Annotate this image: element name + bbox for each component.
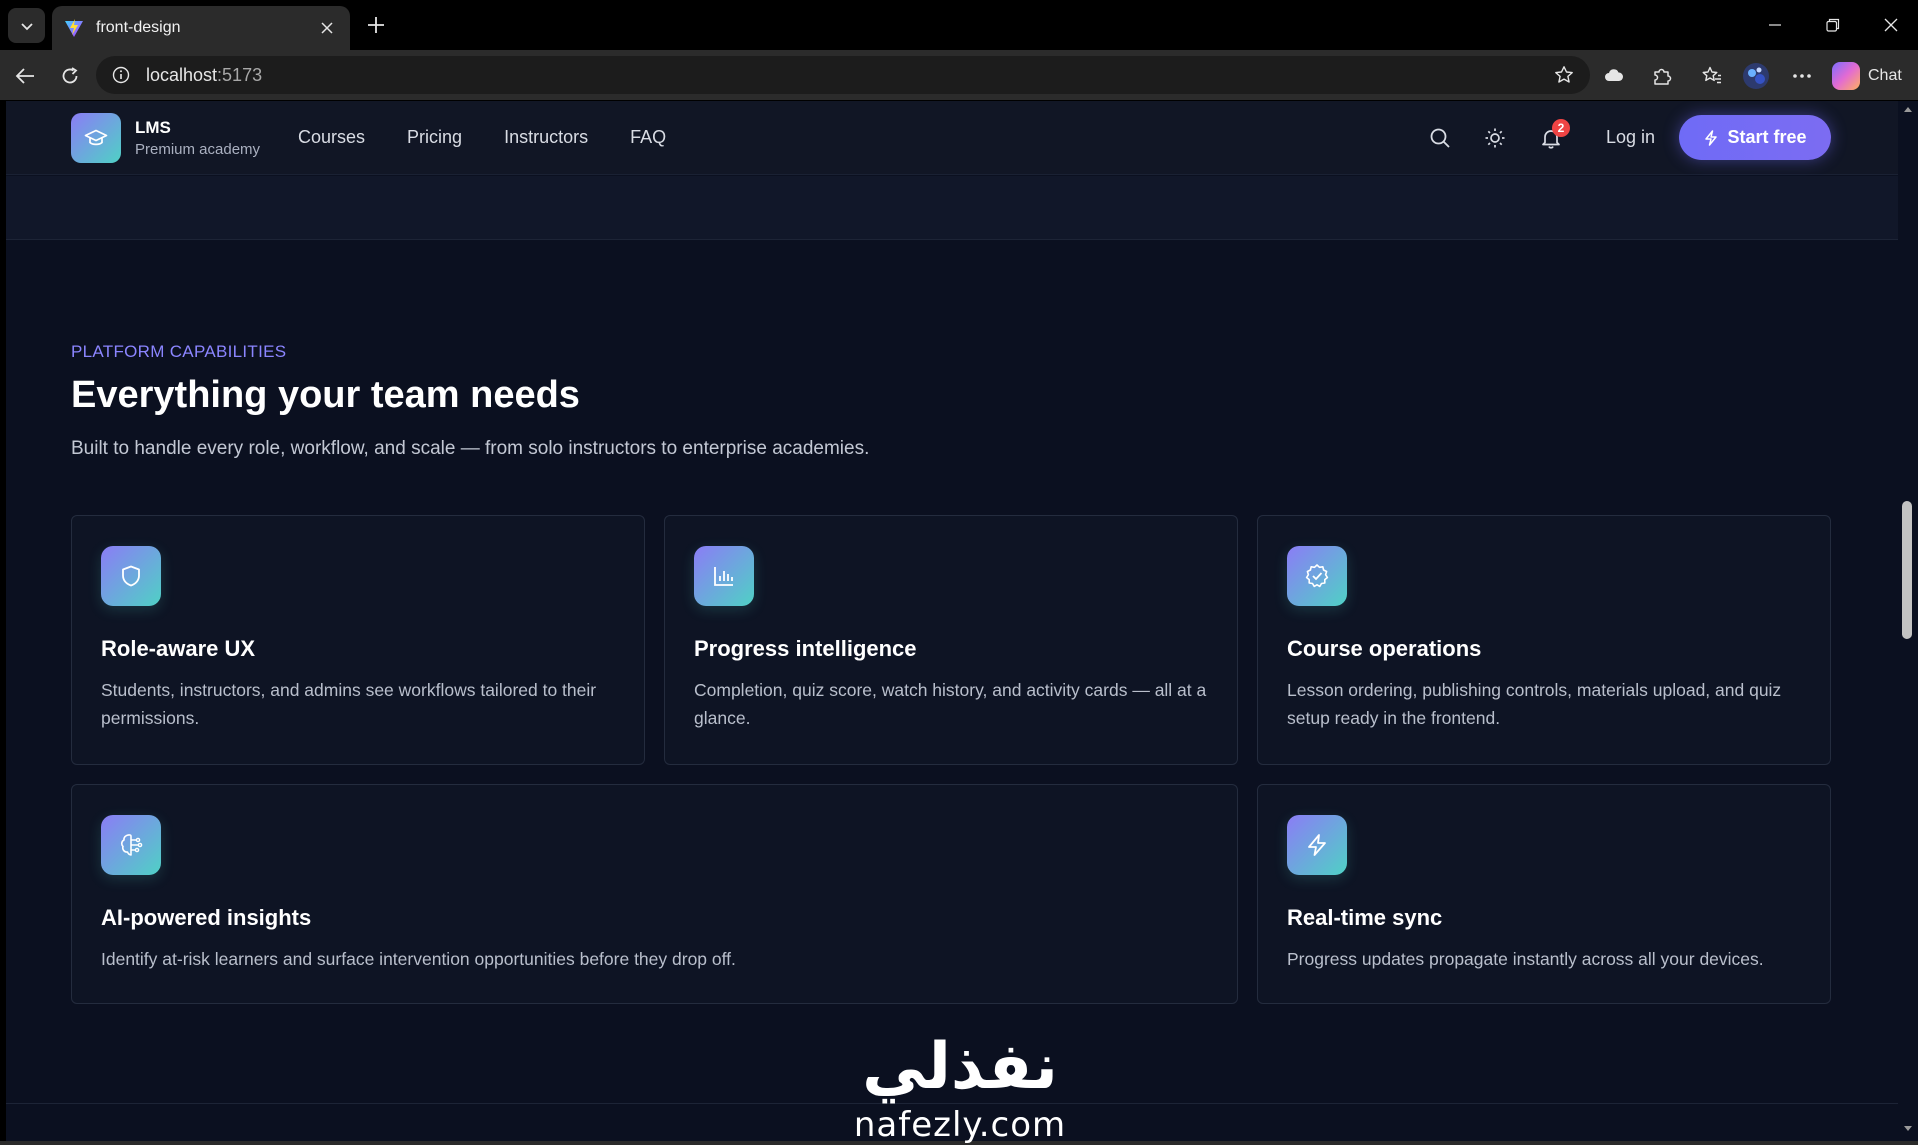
card-description: Identify at-risk learners and surface in… bbox=[101, 949, 736, 969]
brand-subtitle: Premium academy bbox=[135, 141, 261, 158]
vite-favicon-icon bbox=[65, 19, 83, 37]
page-scrollbar[interactable] bbox=[1898, 101, 1918, 1141]
browser-toolbar: localhost:5173 Chat bbox=[0, 50, 1918, 100]
notifications-button[interactable]: 2 bbox=[1538, 119, 1570, 151]
section-subtitle: Built to handle every role, workflow, an… bbox=[71, 438, 870, 459]
minimize-button[interactable] bbox=[1762, 12, 1788, 38]
bar-chart-icon bbox=[694, 546, 754, 606]
extension-cloud-icon[interactable] bbox=[1600, 62, 1628, 90]
site-info-icon[interactable] bbox=[110, 64, 132, 86]
chevron-down-icon bbox=[20, 22, 33, 30]
close-tab-icon[interactable] bbox=[316, 17, 338, 39]
reload-button[interactable] bbox=[56, 62, 84, 90]
section-title: Everything your team needs bbox=[71, 374, 580, 416]
primary-nav: Courses Pricing Instructors FAQ bbox=[298, 127, 666, 148]
feature-card-realtime: Real-time sync Progress updates propagat… bbox=[1257, 784, 1831, 1004]
arrow-left-icon bbox=[15, 68, 34, 84]
feature-card-course-ops: Course operations Lesson ordering, publi… bbox=[1257, 515, 1831, 765]
restore-icon bbox=[1826, 18, 1840, 32]
sun-icon bbox=[1485, 128, 1505, 148]
extensions-puzzle-icon[interactable] bbox=[1648, 62, 1676, 90]
card-description: Completion, quiz score, watch history, a… bbox=[694, 680, 1207, 728]
scroll-thumb[interactable] bbox=[1902, 501, 1912, 639]
card-description: Students, instructors, and admins see wo… bbox=[101, 680, 597, 728]
start-free-button[interactable]: Start free bbox=[1679, 115, 1831, 160]
hero-bottom-band bbox=[6, 176, 1898, 240]
nav-link-faq[interactable]: FAQ bbox=[630, 127, 666, 148]
brand-name: LMS bbox=[135, 118, 171, 137]
svg-text:nafezly.com: nafezly.com bbox=[854, 1105, 1066, 1145]
tab-list-button[interactable] bbox=[8, 8, 45, 43]
copilot-chat-button[interactable]: Chat bbox=[1832, 62, 1902, 90]
card-title: Real-time sync bbox=[1287, 905, 1443, 930]
back-button[interactable] bbox=[11, 62, 39, 90]
profile-avatar-icon[interactable] bbox=[1742, 62, 1770, 90]
nav-link-pricing[interactable]: Pricing bbox=[407, 127, 462, 148]
close-window-button[interactable] bbox=[1878, 12, 1904, 38]
nav-link-courses[interactable]: Courses bbox=[298, 127, 365, 148]
tab-title: front-design bbox=[96, 19, 181, 36]
plus-icon bbox=[368, 17, 384, 33]
reload-icon bbox=[62, 67, 78, 84]
feature-card-progress: Progress intelligence Completion, quiz s… bbox=[664, 515, 1238, 765]
feature-card-ai-insights: AI-powered insights Identify at-risk lea… bbox=[71, 784, 1238, 1004]
nav-link-instructors[interactable]: Instructors bbox=[504, 127, 588, 148]
graduation-cap-icon bbox=[71, 113, 121, 163]
svg-text:نفذلي: نفذلي bbox=[862, 1030, 1058, 1104]
search-icon bbox=[1430, 128, 1450, 148]
card-title: Progress intelligence bbox=[694, 636, 917, 661]
lightning-icon bbox=[1287, 815, 1347, 875]
scroll-up-arrow-icon[interactable] bbox=[1903, 105, 1913, 115]
address-bar[interactable]: localhost:5173 bbox=[96, 56, 1590, 94]
search-button[interactable] bbox=[1427, 125, 1453, 151]
new-tab-button[interactable] bbox=[362, 11, 390, 39]
nafezly-watermark-logo: نفذلي nafezly.com bbox=[854, 1030, 1066, 1145]
card-title: Course operations bbox=[1287, 636, 1482, 661]
start-free-label: Start free bbox=[1727, 127, 1807, 147]
brain-icon bbox=[101, 815, 161, 875]
card-title: Role-aware UX bbox=[101, 636, 256, 661]
notification-count-badge: 2 bbox=[1552, 119, 1570, 137]
copilot-icon bbox=[1832, 62, 1860, 90]
login-link[interactable]: Log in bbox=[1606, 127, 1655, 148]
close-icon bbox=[1884, 18, 1898, 32]
section-eyebrow: PLATFORM CAPABILITIES bbox=[71, 342, 287, 361]
shield-icon bbox=[101, 546, 161, 606]
favorites-icon[interactable] bbox=[1698, 62, 1726, 90]
minimize-icon bbox=[1769, 24, 1781, 26]
page-viewport: LMS Premium academy Courses Pricing Inst… bbox=[6, 101, 1898, 1141]
chat-label: Chat bbox=[1868, 67, 1902, 84]
favorite-star-icon[interactable] bbox=[1552, 63, 1576, 87]
brand[interactable]: LMS Premium academy bbox=[71, 113, 260, 163]
scroll-down-arrow-icon[interactable] bbox=[1903, 1123, 1913, 1133]
restore-button[interactable] bbox=[1820, 12, 1846, 38]
lightning-icon bbox=[1705, 129, 1718, 146]
card-description: Lesson ordering, publishing controls, ma… bbox=[1287, 680, 1782, 728]
card-title: AI-powered insights bbox=[101, 905, 312, 930]
feature-card-role-aware: Role-aware UX Students, instructors, and… bbox=[71, 515, 645, 765]
theme-toggle-button[interactable] bbox=[1482, 125, 1508, 151]
browser-tabbar: front-design bbox=[0, 0, 1918, 50]
more-menu-icon[interactable] bbox=[1788, 62, 1816, 90]
browser-tab[interactable]: front-design bbox=[52, 6, 350, 50]
card-description: Progress updates propagate instantly acr… bbox=[1287, 949, 1764, 969]
url-text: localhost:5173 bbox=[146, 64, 263, 85]
badge-check-icon bbox=[1287, 546, 1347, 606]
site-header: LMS Premium academy Courses Pricing Inst… bbox=[6, 101, 1898, 175]
